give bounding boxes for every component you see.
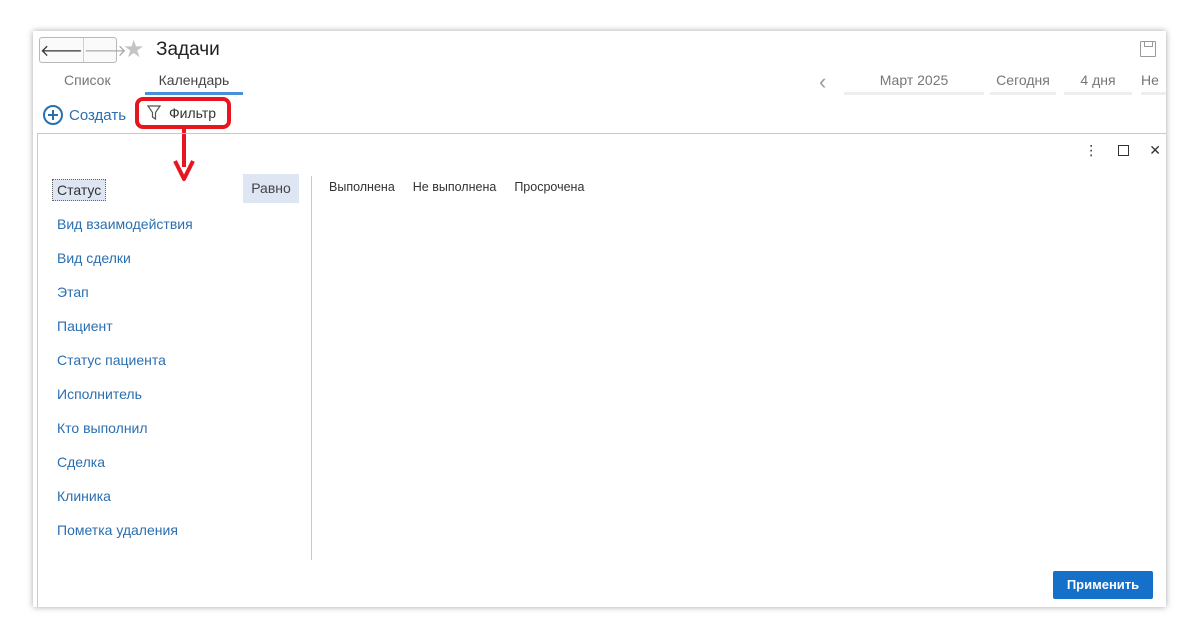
star-icon[interactable]: ★ xyxy=(123,35,145,64)
filter-field-label: Пометка удаления xyxy=(57,522,178,538)
filter-field-item[interactable]: Вид сделки xyxy=(50,244,300,278)
create-label: Создать xyxy=(69,106,127,124)
filter-field-label: Этап xyxy=(57,284,89,300)
calendar-today-button[interactable]: Сегодня xyxy=(990,72,1056,95)
filter-values: Выполнена Не выполнена Просрочена xyxy=(329,180,584,194)
filter-value-option[interactable]: Просрочена xyxy=(514,180,584,194)
filter-value-option[interactable]: Не выполнена xyxy=(413,180,497,194)
filter-field-label: Сделка xyxy=(57,454,105,470)
calendar-week-button[interactable]: Не xyxy=(1141,72,1166,95)
filter-field-label: Статус пациента xyxy=(57,352,166,368)
chevron-left-icon[interactable]: ‹ xyxy=(819,69,826,95)
back-button[interactable]: 🡐 xyxy=(40,38,83,62)
filter-field-item[interactable]: Пациент xyxy=(50,312,300,346)
panel-tools: ⋮ ✕ xyxy=(1084,142,1161,159)
tab-calendar[interactable]: Календарь xyxy=(145,72,243,95)
comparison-operator[interactable]: Равно xyxy=(243,174,299,203)
maximize-icon[interactable] xyxy=(1118,145,1130,156)
calendar-period-button[interactable]: 4 дня xyxy=(1064,72,1132,95)
filter-field-item[interactable]: Исполнитель xyxy=(50,380,300,414)
filter-field-item[interactable]: Клиника xyxy=(50,482,300,516)
filter-value-option[interactable]: Выполнена xyxy=(329,180,395,194)
calendar-month[interactable]: Март 2025 xyxy=(844,72,984,95)
filter-field-label: Пациент xyxy=(57,318,113,334)
filter-field-label: Кто выполнил xyxy=(57,420,148,436)
apply-button[interactable]: Применить xyxy=(1053,571,1153,599)
filter-field-item[interactable]: Статус пациента xyxy=(50,346,300,380)
navigation-buttons: 🡐 🡒 xyxy=(39,37,127,63)
divider xyxy=(311,176,312,560)
filter-panel: ⋮ ✕ Статус Вид взаимодействия Вид сделки Эт… xyxy=(37,133,1166,607)
filter-field-item[interactable]: Кто выполнил xyxy=(50,414,300,448)
filter-field-item[interactable]: Этап xyxy=(50,278,300,312)
create-button[interactable]: Создать xyxy=(43,105,126,125)
filter-label: Фильтр xyxy=(169,105,217,121)
filter-field-item[interactable]: Вид взаимодействия xyxy=(50,210,300,244)
plus-circle-icon xyxy=(43,105,63,125)
filter-field-item[interactable]: Пометка удаления xyxy=(50,516,300,550)
close-icon[interactable]: ✕ xyxy=(1149,142,1161,159)
filter-field-label: Исполнитель xyxy=(57,386,142,402)
filter-field-label: Вид сделки xyxy=(57,250,131,266)
save-icon[interactable] xyxy=(1140,41,1156,57)
filter-field-item[interactable]: Сделка xyxy=(50,448,300,482)
filter-field-label: Вид взаимодействия xyxy=(57,216,193,232)
tab-list[interactable]: Список xyxy=(64,72,111,93)
filter-fields-list: Статус Вид взаимодействия Вид сделки Этап Па… xyxy=(50,176,300,550)
filter-field-label: Клиника xyxy=(57,488,111,504)
filter-button[interactable]: Фильтр xyxy=(135,97,231,129)
funnel-icon xyxy=(147,105,161,121)
page-title: Задачи xyxy=(156,39,220,60)
filter-field-label: Статус xyxy=(52,179,107,201)
app-window: 🡐 🡒 ★ Задачи Список Календарь ‹ Март 202… xyxy=(33,31,1166,607)
more-icon[interactable]: ⋮ xyxy=(1084,142,1098,159)
forward-button[interactable]: 🡒 xyxy=(82,38,127,62)
